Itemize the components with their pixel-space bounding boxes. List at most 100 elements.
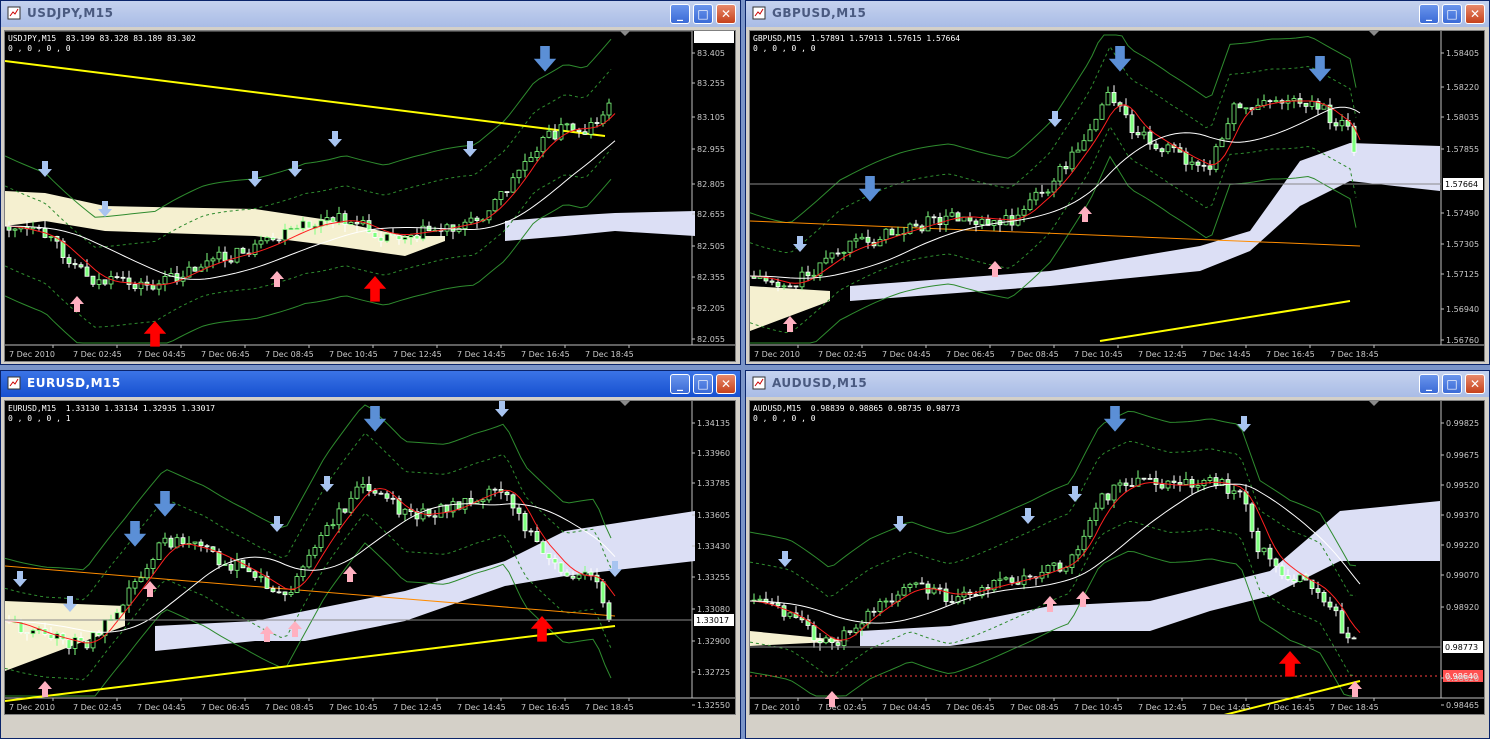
candle-body <box>606 102 612 116</box>
candle-body <box>805 271 811 277</box>
minimize-button[interactable]: _ <box>1419 4 1439 24</box>
time-axis-label: 7 Dec 04:45 <box>137 703 186 712</box>
candle-body <box>1075 549 1081 556</box>
arrow-up-icon <box>1078 206 1092 222</box>
close-button[interactable]: ✕ <box>716 4 736 24</box>
candle-body <box>787 612 793 617</box>
chart-area[interactable]: 83.302 83.405 83.255 83.105 82.955 82.805 82.6… <box>4 30 736 362</box>
price-axis-label: 1.58220 <box>1446 83 1479 92</box>
minimize-button[interactable]: _ <box>1419 374 1439 394</box>
candle-body <box>258 240 264 245</box>
chart-canvas[interactable]: 1.57664 1.58405 1.58220 1.58035 1.57855 1.574… <box>750 31 1485 362</box>
candle-body <box>1075 149 1081 153</box>
maximize-button[interactable]: □ <box>1442 4 1462 24</box>
candle-body <box>1333 606 1339 612</box>
time-axis-label: 7 Dec 16:45 <box>1266 703 1315 712</box>
maximize-button[interactable]: □ <box>1442 374 1462 394</box>
price-axis-label: 0.99825 <box>1446 419 1479 428</box>
moving-average-red-line <box>750 100 1361 284</box>
candle-body <box>1189 479 1195 488</box>
chart-area[interactable]: 1.33017 1.34135 1.33960 1.33785 1.33605 1.334… <box>4 400 736 715</box>
candle-body <box>246 567 252 573</box>
candle-body <box>354 486 360 499</box>
minimize-button[interactable]: _ <box>670 374 690 394</box>
candle-body <box>955 212 961 222</box>
titlebar[interactable]: GBPUSD,M15 _ □ ✕ <box>746 1 1489 27</box>
symbol-line: USDJPY,M15 83.199 83.328 83.189 83.302 <box>8 34 196 43</box>
candle-body <box>66 639 72 649</box>
candle-body <box>847 240 853 253</box>
candle-body <box>312 547 318 556</box>
candle-body <box>823 637 829 644</box>
maximize-button[interactable]: □ <box>693 4 713 24</box>
candle-body <box>1087 129 1093 142</box>
price-axis-label: 1.56940 <box>1446 305 1479 314</box>
time-axis-label: 7 Dec 12:45 <box>393 703 442 712</box>
titlebar[interactable]: EURUSD,M15 _ □ ✕ <box>1 371 740 397</box>
candle-body <box>1039 191 1045 194</box>
candle-body <box>1255 530 1261 553</box>
candle-body <box>1309 100 1315 107</box>
price-axis-label: 0.99070 <box>1446 571 1479 580</box>
candle-body <box>1345 632 1351 639</box>
chart-canvas[interactable]: 0.987730.986400.998250.996750.995200.993… <box>750 401 1485 715</box>
candle-body <box>1189 161 1195 165</box>
price-axis-label: 0.98620 <box>1446 674 1479 683</box>
chart-area[interactable]: 1.57664 1.58405 1.58220 1.58035 1.57855 1.574… <box>749 30 1485 362</box>
time-axis-label: 7 Dec 14:45 <box>457 703 506 712</box>
candle-body <box>240 247 246 254</box>
chart-window-eurusd[interactable]: EURUSD,M15 _ □ ✕ 1.33017 1.34135 1.33960 1.… <box>0 370 741 739</box>
candle-body <box>342 213 348 225</box>
envelope-lower-line <box>5 178 612 344</box>
time-axis-label: 7 Dec 18:45 <box>1330 350 1379 359</box>
candle-body <box>534 530 540 542</box>
candle-body <box>1195 161 1201 166</box>
candle-body <box>1327 601 1333 608</box>
candle-body <box>787 285 793 288</box>
candle-body <box>823 257 829 264</box>
candle-body <box>192 266 198 272</box>
candle-body <box>570 575 576 579</box>
candle-body <box>294 227 300 230</box>
chart-window-audusd[interactable]: AUDUSD,M15 _ □ ✕ 0.98773 0.98640 0.99825 0.… <box>745 370 1490 739</box>
candle-body <box>522 161 528 171</box>
moving-average-red-line <box>5 113 616 286</box>
candle-body <box>1261 100 1267 106</box>
indicator-line: 0 , 0 , 0 , 0 <box>753 44 816 53</box>
candle-body <box>1243 107 1249 110</box>
close-button[interactable]: ✕ <box>1465 4 1485 24</box>
time-axis-label: 7 Dec 06:45 <box>946 350 995 359</box>
candle-body <box>360 484 366 488</box>
price-axis-label: 1.33430 <box>697 542 730 551</box>
candle-body <box>150 284 156 290</box>
minimize-button[interactable]: _ <box>670 4 690 24</box>
candle-body <box>841 630 847 646</box>
time-axis-label: 7 Dec 04:45 <box>882 350 931 359</box>
candle-body <box>168 537 174 548</box>
candle-body <box>913 223 919 227</box>
close-button[interactable]: ✕ <box>716 374 736 394</box>
close-button[interactable]: ✕ <box>1465 374 1485 394</box>
chart-info: GBPUSD,M15 1.57891 1.57913 1.57615 1.576… <box>753 34 960 54</box>
candle-body <box>468 498 474 504</box>
chart-canvas[interactable]: 83.302 83.405 83.255 83.105 82.955 82.805 82.6… <box>5 31 736 362</box>
indicator-line: 0 , 0 , 0 , 1 <box>8 414 71 423</box>
candle-body <box>1003 577 1009 580</box>
chart-canvas[interactable]: 1.33017 1.34135 1.33960 1.33785 1.33605 1.334… <box>5 401 736 715</box>
time-axis-label: 7 Dec 06:45 <box>946 703 995 712</box>
candle-body <box>564 123 570 126</box>
candle-body <box>24 632 30 635</box>
titlebar[interactable]: AUDUSD,M15 _ □ ✕ <box>746 371 1489 397</box>
chart-window-usdjpy[interactable]: USDJPY,M15 _ □ ✕ 83.302 83.405 83.255 83.10… <box>0 0 741 365</box>
titlebar[interactable]: USDJPY,M15 _ □ ✕ <box>1 1 740 27</box>
chart-window-icon <box>752 6 766 20</box>
arrow-down-icon <box>320 476 334 492</box>
candle-body <box>925 216 931 232</box>
candle-body <box>204 260 210 268</box>
candle-body <box>546 553 552 559</box>
chart-area[interactable]: 0.98773 0.98640 0.99825 0.99675 0.99520 0.993… <box>749 400 1485 715</box>
candle-body <box>498 191 504 200</box>
chart-window-gbpusd[interactable]: GBPUSD,M15 _ □ ✕ 1.57664 1.58405 1.58220 1.… <box>745 0 1490 365</box>
maximize-button[interactable]: □ <box>693 374 713 394</box>
chart-info: AUDUSD,M15 0.98839 0.98865 0.98735 0.987… <box>753 404 960 424</box>
